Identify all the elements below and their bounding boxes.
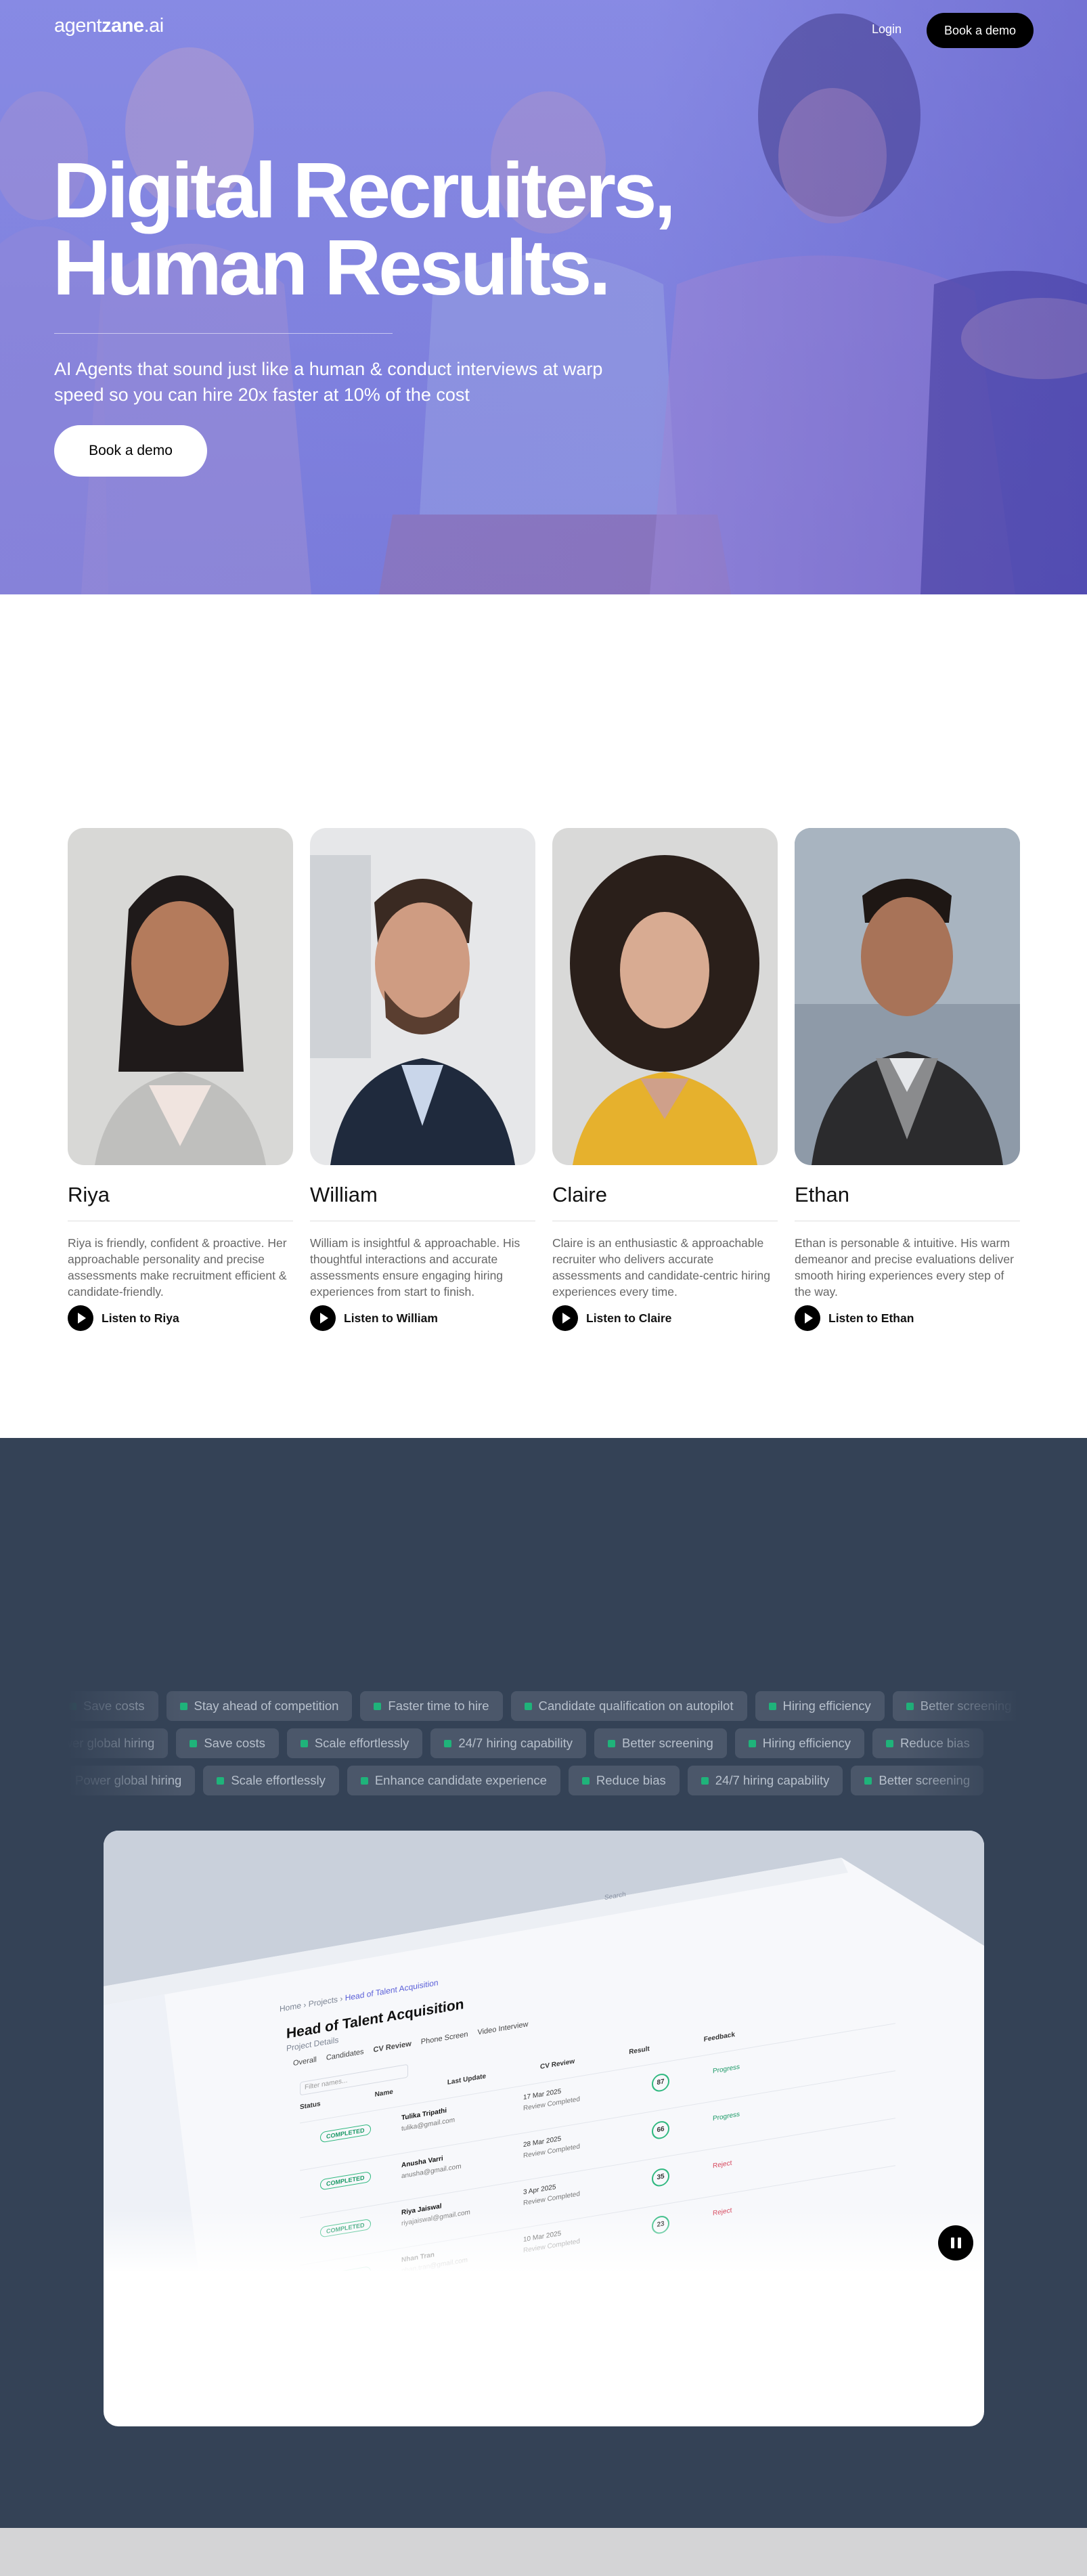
benefit-chip: Stay ahead of competition [166,1691,353,1721]
chip-bullet-icon [374,1702,382,1710]
product-preview-card: Search Home › Projects › Head of Talent … [104,1831,984,2426]
login-link[interactable]: Login [872,22,902,37]
cv-score: 87 [652,2072,669,2093]
tab-candidates[interactable]: Candidates [326,2048,364,2062]
benefit-chip: Reduce bias [568,1766,680,1795]
play-icon [310,1305,336,1331]
chip-bullet-icon [69,1702,76,1710]
hero-divider [54,333,393,334]
status-badge: COMPLETED [320,2123,371,2143]
benefit-chip: 24/7 hiring capability [687,1766,843,1795]
benefits-marquee-row-2: Power global hiringSave costsScale effor… [68,1728,1019,1760]
status-badge: COMPLETED [320,2170,371,2191]
tab-overall[interactable]: Overall [293,2055,317,2068]
dashboard-screenshot: Search Home › Projects › Head of Talent … [104,1831,984,2271]
benefit-chip: Scale effortlessly [286,1728,423,1758]
chip-bullet-icon [768,1702,776,1710]
preview-bottom-fade [104,2210,984,2274]
chip-bullet-icon [748,1739,756,1747]
agent-card-ethan: Ethan Ethan is personable & intuitive. H… [795,828,1020,1331]
agent-card-william: William William is insightful & approach… [310,828,535,1331]
chip-bullet-icon [300,1739,308,1747]
chip-bullet-icon [217,1776,225,1785]
listen-to-ethan-button[interactable]: Listen to Ethan [795,1305,1020,1331]
agent-name: Claire [552,1183,607,1206]
benefit-chip: Power global hiring [68,1728,169,1758]
agent-name: William [310,1183,378,1206]
cv-score: 66 [652,2120,669,2141]
benefit-chip: Enhance candidate experience [347,1766,560,1795]
agent-description: Ethan is personable & intuitive. His war… [795,1236,1014,1298]
play-icon [68,1305,93,1331]
agent-card-claire: Claire Claire is an enthusiastic & appro… [552,828,778,1331]
dashboard-content: Search Home › Projects › Head of Talent … [104,1831,984,2271]
agent-description: Claire is an enthusiastic & approachable… [552,1236,770,1298]
benefit-chip: Scale effortlessly [203,1766,339,1795]
chip-bullet-icon [524,1702,532,1710]
nav-book-demo-button[interactable]: Book a demo [927,13,1034,48]
play-icon [552,1305,578,1331]
chip-bullet-icon [608,1739,616,1747]
agent-card-riya: Riya Riya is friendly, confident & proac… [68,828,293,1331]
benefit-chip: Hiring efficiency [755,1691,885,1721]
benefits-marquee-row-1: Save costs Stay ahead of competition Faste… [68,1691,1019,1722]
listen-to-william-button[interactable]: Listen to William [310,1305,535,1331]
tab-phone-screen[interactable]: Phone Screen [421,2030,468,2047]
chip-bullet-icon [179,1702,187,1710]
agent-name: Riya [68,1183,110,1206]
tab-cv-review[interactable]: CV Review [374,2040,412,2054]
page-bottom-band [0,2528,1087,2576]
play-icon [795,1305,820,1331]
pause-video-button[interactable] [938,2225,973,2261]
agent-photo-claire [552,828,778,1165]
agents-section: Riya Riya is friendly, confident & proac… [0,594,1087,1438]
agent-photo-riya [68,828,293,1165]
benefit-chip: Better screening [892,1691,1019,1721]
benefit-chip: Better screening [851,1766,984,1795]
hero-title: Digital Recruiters, Human Results. [53,146,676,311]
agent-description: William is insightful & approachable. Hi… [310,1236,520,1298]
tab-video-interview[interactable]: Video Interview [477,2020,528,2037]
benefit-chip: Faster time to hire [360,1691,503,1721]
agent-photo-william [310,828,535,1165]
benefits-marquee-row-3: Power global hiring Scale effortlessly Enh… [68,1766,1019,1797]
result-label: Reject [713,2159,732,2170]
benefit-chip: 24/7 hiring capability [430,1728,587,1758]
chip-bullet-icon [360,1776,368,1785]
hero-subtitle: AI Agents that sound just like a human &… [54,359,603,405]
search-input[interactable]: Search [604,1891,626,1902]
agent-name: Ethan [795,1183,850,1206]
chip-bullet-icon [444,1739,452,1747]
benefit-chip: Reduce bias [872,1728,983,1758]
chip-bullet-icon [885,1739,893,1747]
listen-to-claire-button[interactable]: Listen to Claire [552,1305,778,1331]
listen-to-riya-button[interactable]: Listen to Riya [68,1305,293,1331]
chip-bullet-icon [190,1739,198,1747]
top-navigation: agentzane.ai Login Book a demo [0,0,1087,61]
benefit-chip: Save costs [176,1728,279,1758]
chip-bullet-icon [864,1776,872,1785]
result-label: Progress [713,2063,740,2076]
benefit-chip: Save costs [68,1691,158,1721]
cv-score: 35 [652,2167,669,2188]
chip-bullet-icon [581,1776,590,1785]
benefit-chip: Candidate qualification on autopilot [510,1691,747,1721]
brand-logo[interactable]: agentzane.ai [54,15,164,37]
agent-description: Riya is friendly, confident & proactive.… [68,1236,287,1298]
hero-section: agentzane.ai Login Book a demo Digital R… [0,0,1087,594]
benefit-chip: Better screening [594,1728,727,1758]
benefit-chip: Power global hiring [68,1766,196,1795]
result-label: Progress [713,2110,740,2123]
agent-photo-ethan [795,828,1020,1165]
hero-book-demo-button[interactable]: Book a demo [54,425,207,477]
chip-bullet-icon [701,1776,709,1785]
benefit-chip: Hiring efficiency [734,1728,864,1758]
chip-bullet-icon [906,1702,914,1710]
